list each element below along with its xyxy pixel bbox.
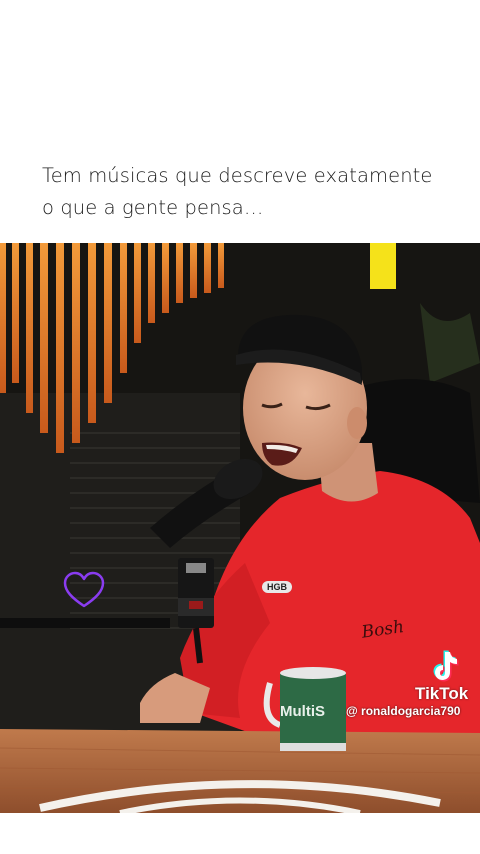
- heart-icon[interactable]: [62, 570, 106, 610]
- tiktok-watermark-user: @ ronaldogarcia790: [346, 704, 461, 718]
- tiktok-watermark-name: TikTok: [415, 684, 469, 703]
- cap-logo: HGB: [262, 581, 292, 593]
- caption: Tem músicas que descreve exatamente o qu…: [42, 160, 462, 224]
- caption-line-1: Tem músicas que descreve exatamente: [42, 164, 433, 187]
- caption-line-2: o que a gente pensa…: [42, 196, 264, 219]
- video-player[interactable]: Bosh HGB: [0, 243, 480, 813]
- tiktok-icon: [433, 650, 459, 682]
- video-frame: Bosh: [0, 243, 480, 813]
- mug-label: MultiS: [280, 703, 325, 720]
